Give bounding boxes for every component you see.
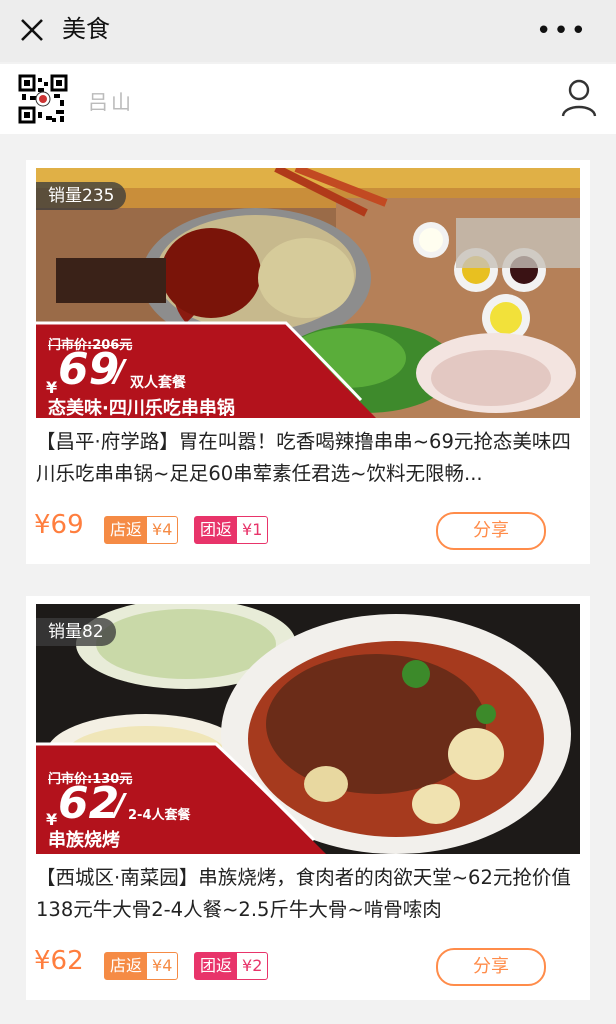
sales-count: 销量235 xyxy=(36,182,127,210)
shop-rebate-badge: 店返 ¥4 xyxy=(104,516,179,544)
deal-photo[interactable]: 销量82 门市价:130元 ¥ 62 / 2-4人套餐 串族烧烤 xyxy=(36,604,580,854)
package-label: 2-4人套餐 xyxy=(128,808,191,823)
deal-description[interactable]: 【西城区·南菜园】串族烧烤，食肉者的肉欲天堂~62元抢价值138元牛大骨2-4人… xyxy=(36,862,584,926)
group-rebate-badge: 团返 ¥2 xyxy=(194,952,269,980)
banner-slash: / xyxy=(114,788,125,823)
shop-rebate-label: 店返 xyxy=(105,953,148,979)
share-button[interactable]: 分享 xyxy=(436,512,546,550)
sales-count: 销量82 xyxy=(36,618,116,646)
deal-photo[interactable]: 销量235 门市价:206元 ¥ 69 / 双人套餐 态美味·四川乐吃串串锅 xyxy=(36,168,580,418)
shop-bar: 吕山 xyxy=(0,64,616,134)
group-rebate-amount: ¥2 xyxy=(242,956,263,975)
more-icon[interactable]: ••• xyxy=(536,18,588,44)
share-button[interactable]: 分享 xyxy=(436,948,546,986)
group-rebate-amount: ¥1 xyxy=(242,520,263,539)
shop-rebate-amount: ¥4 xyxy=(152,520,173,539)
page-title: 美食 xyxy=(62,15,110,43)
banner-price: 62 xyxy=(58,778,120,829)
banner-price: 69 xyxy=(58,344,120,395)
shop-rebate-badge: 店返 ¥4 xyxy=(104,952,179,980)
deal-card[interactable]: 销量82 门市价:130元 ¥ 62 / 2-4人套餐 串族烧烤 【西城区·南菜… xyxy=(26,596,590,1000)
group-rebate-badge: 团返 ¥1 xyxy=(194,516,269,544)
qr-code-icon[interactable] xyxy=(18,74,68,124)
package-label: 双人套餐 xyxy=(130,375,186,391)
top-bar: 美食 ••• xyxy=(0,0,616,62)
deal-description[interactable]: 【昌平·府学路】胃在叫嚣！吃香喝辣撸串串~69元抢态美味四川乐吃串串锅~足足60… xyxy=(36,426,584,490)
banner-name: 态美味·四川乐吃串串锅 xyxy=(48,398,235,418)
group-rebate-label: 团返 xyxy=(195,517,238,543)
shop-name: 吕山 xyxy=(88,90,134,114)
shop-rebate-label: 店返 xyxy=(105,517,148,543)
close-icon[interactable] xyxy=(18,16,46,44)
banner-name: 串族烧烤 xyxy=(48,830,120,851)
deal-price: ¥69 xyxy=(34,510,84,540)
user-icon[interactable] xyxy=(560,78,598,118)
banner-slash: / xyxy=(114,354,125,389)
shop-rebate-amount: ¥4 xyxy=(152,956,173,975)
deal-price: ¥62 xyxy=(34,946,84,976)
group-rebate-label: 团返 xyxy=(195,953,238,979)
deal-card[interactable]: 销量235 门市价:206元 ¥ 69 / 双人套餐 态美味·四川乐吃串串锅 【… xyxy=(26,160,590,564)
